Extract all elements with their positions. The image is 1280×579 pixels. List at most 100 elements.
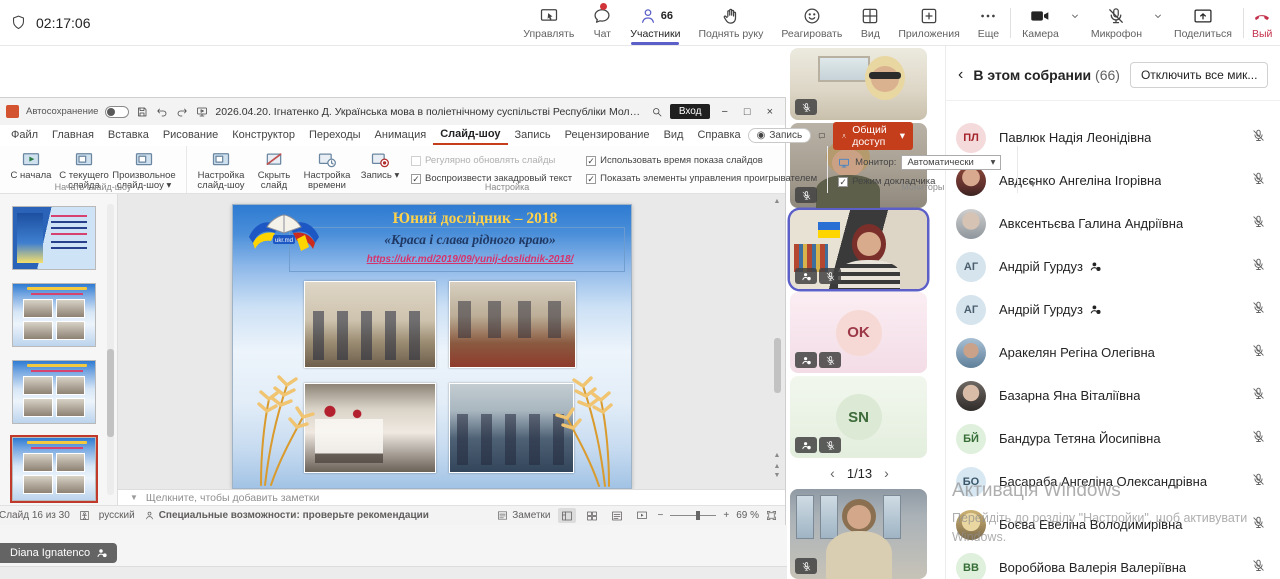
manage-share-button[interactable]: Управлять	[514, 0, 583, 46]
previous-slide-icon[interactable]: ▲	[774, 452, 781, 459]
slide-scrollbar[interactable]: ▲ ▲ ▲ ▼	[772, 198, 782, 485]
camera-options-chevron[interactable]	[1068, 0, 1082, 46]
active-speaker-video-tile[interactable]	[790, 210, 927, 289]
notes-collapse-icon[interactable]: ▼	[130, 493, 138, 502]
slide-thumbnail-1[interactable]	[12, 206, 96, 270]
back-chevron-icon[interactable]: ‹	[958, 67, 963, 83]
apps-button[interactable]: Приложения	[889, 0, 968, 46]
ukraine-flag	[818, 222, 840, 238]
zoom-out-button[interactable]: −	[658, 510, 664, 521]
participant-row[interactable]: Боєва Евеліна Володимирівна	[946, 503, 1280, 546]
avatar: БО	[956, 467, 986, 497]
maximize-icon[interactable]: □	[744, 106, 751, 118]
pager-next-icon[interactable]: ›	[884, 465, 889, 481]
react-button[interactable]: Реагировать	[772, 0, 851, 46]
participants-button[interactable]: 66 Участники	[621, 0, 689, 46]
normal-view-button[interactable]	[558, 508, 576, 523]
undo-icon[interactable]	[156, 106, 168, 118]
monitor-dropdown[interactable]: Автоматически▾	[901, 155, 1001, 170]
tab-animations[interactable]: Анимация	[368, 127, 434, 144]
microphone-button[interactable]: Микрофон	[1082, 0, 1151, 46]
zoom-slider[interactable]	[670, 515, 716, 516]
from-beginning-button[interactable]: С начала	[6, 148, 56, 181]
search-icon[interactable]	[651, 106, 663, 118]
start-slideshow-icon[interactable]	[196, 106, 208, 118]
zoom-level[interactable]: 69 %	[736, 510, 759, 521]
participant-row[interactable]: ВВ Воробйова Валерія Валеріївна	[946, 546, 1280, 579]
reading-view-button[interactable]	[608, 508, 626, 523]
raise-hand-button[interactable]: Поднять руку	[689, 0, 772, 46]
participant-row[interactable]: Базарна Яна Віталіївна	[946, 374, 1280, 417]
redo-icon[interactable]	[176, 106, 188, 118]
participant-video-tile[interactable]	[790, 489, 927, 579]
language-indicator[interactable]: русский	[99, 510, 135, 521]
camera-button[interactable]: Камера	[1013, 0, 1068, 46]
record-slideshow-button[interactable]: Запись ▾	[355, 148, 405, 181]
close-icon[interactable]: ×	[767, 106, 773, 118]
notes-pane[interactable]: ▼ Щелкните, чтобы добавить заметки	[118, 489, 785, 505]
comments-icon[interactable]	[818, 130, 826, 142]
accessibility-status[interactable]: Специальные возможности: проверьте реком…	[144, 510, 429, 521]
save-icon[interactable]	[136, 106, 148, 118]
next-slide-button[interactable]: ▼	[774, 472, 781, 479]
avatar-video-tile[interactable]: SN	[790, 376, 927, 458]
checkbox-keep-slides-updated[interactable]: Регулярно обновлять слайды	[411, 155, 572, 166]
tab-file[interactable]: Файл	[4, 127, 45, 144]
participant-row[interactable]: АГ Андрій Гурдуз	[946, 245, 1280, 288]
slide-thumbnail-4-selected[interactable]	[12, 437, 96, 501]
chat-notification-dot	[600, 3, 607, 10]
panel-count: (66)	[1095, 67, 1120, 83]
zoom-in-button[interactable]: +	[723, 510, 729, 521]
participants-label: Участники	[630, 28, 680, 40]
microphone-options-chevron[interactable]	[1151, 0, 1165, 46]
fit-to-window-icon[interactable]	[766, 510, 777, 521]
tab-home[interactable]: Главная	[45, 127, 101, 144]
pager-previous-icon[interactable]: ‹	[830, 465, 835, 481]
previous-slide-button[interactable]: ▲	[774, 463, 781, 470]
checkbox-use-timings[interactable]: ✓ Использовать время показа слайдов	[586, 155, 817, 166]
mic-muted-icon	[1251, 472, 1266, 492]
notes-toggle-button[interactable]: Заметки	[497, 510, 550, 521]
scrollbar-thumb[interactable]	[774, 338, 781, 393]
scrollbar-thumb[interactable]	[107, 349, 114, 437]
group-label: Мониторы	[828, 182, 1017, 192]
participant-row[interactable]: АГ Андрій Гурдуз	[946, 288, 1280, 331]
slideshow-view-button[interactable]	[633, 508, 651, 523]
tab-review[interactable]: Рецензирование	[558, 127, 657, 144]
record-button[interactable]: ◉Запись	[748, 128, 812, 143]
tab-view[interactable]: Вид	[657, 127, 691, 144]
participant-row[interactable]: БЙ Бандура Тетяна Йосипівна	[946, 417, 1280, 460]
tab-help[interactable]: Справка	[690, 127, 747, 144]
collapse-ribbon-chevron[interactable]: ▼	[1018, 179, 1047, 193]
leave-button[interactable]: Вый	[1246, 0, 1280, 46]
share-screen-button[interactable]: Поделиться	[1165, 0, 1241, 46]
view-button[interactable]: Вид	[851, 0, 889, 46]
zoom-slider-thumb[interactable]	[696, 511, 700, 520]
avatar-photo	[956, 338, 986, 368]
slide-thumbnail-3[interactable]	[12, 360, 96, 424]
autosave-toggle[interactable]	[105, 106, 129, 118]
avatar-video-tile[interactable]: OK	[790, 292, 927, 373]
more-button[interactable]: Еще	[969, 0, 1008, 46]
chat-button[interactable]: Чат	[583, 0, 621, 46]
tab-slideshow[interactable]: Слайд-шоу	[433, 126, 507, 145]
current-slide[interactable]: ukr.md Юний дослідник – 2018 «Краса і сл…	[232, 204, 632, 489]
tab-transitions[interactable]: Переходы	[302, 127, 368, 144]
tab-design[interactable]: Конструктор	[225, 127, 302, 144]
slide-sorter-view-button[interactable]	[583, 508, 601, 523]
slide-hyperlink[interactable]: https://ukr.md/2019/09/yunij-doslidnik-2…	[313, 254, 627, 265]
tab-draw[interactable]: Рисование	[156, 127, 225, 144]
thumbnail-scrollbar[interactable]	[107, 204, 114, 495]
scroll-up-icon[interactable]: ▲	[774, 198, 781, 205]
slide-thumbnail-2[interactable]	[12, 283, 96, 347]
tab-insert[interactable]: Вставка	[101, 127, 156, 144]
participant-row[interactable]: Аракелян Регіна Олегівна	[946, 331, 1280, 374]
minimize-icon[interactable]: −	[721, 106, 727, 118]
mute-all-button[interactable]: Отключить все мик...	[1130, 62, 1268, 88]
camera-icon	[1030, 6, 1050, 26]
participant-row[interactable]: Авксентьєва Галина Андріївна	[946, 202, 1280, 245]
tab-record[interactable]: Запись	[508, 127, 558, 144]
participant-row[interactable]: БО Басараба Ангеліна Олександрівна	[946, 460, 1280, 503]
sign-in-button[interactable]: Вход	[670, 104, 711, 119]
participant-video-tile[interactable]	[790, 48, 927, 120]
